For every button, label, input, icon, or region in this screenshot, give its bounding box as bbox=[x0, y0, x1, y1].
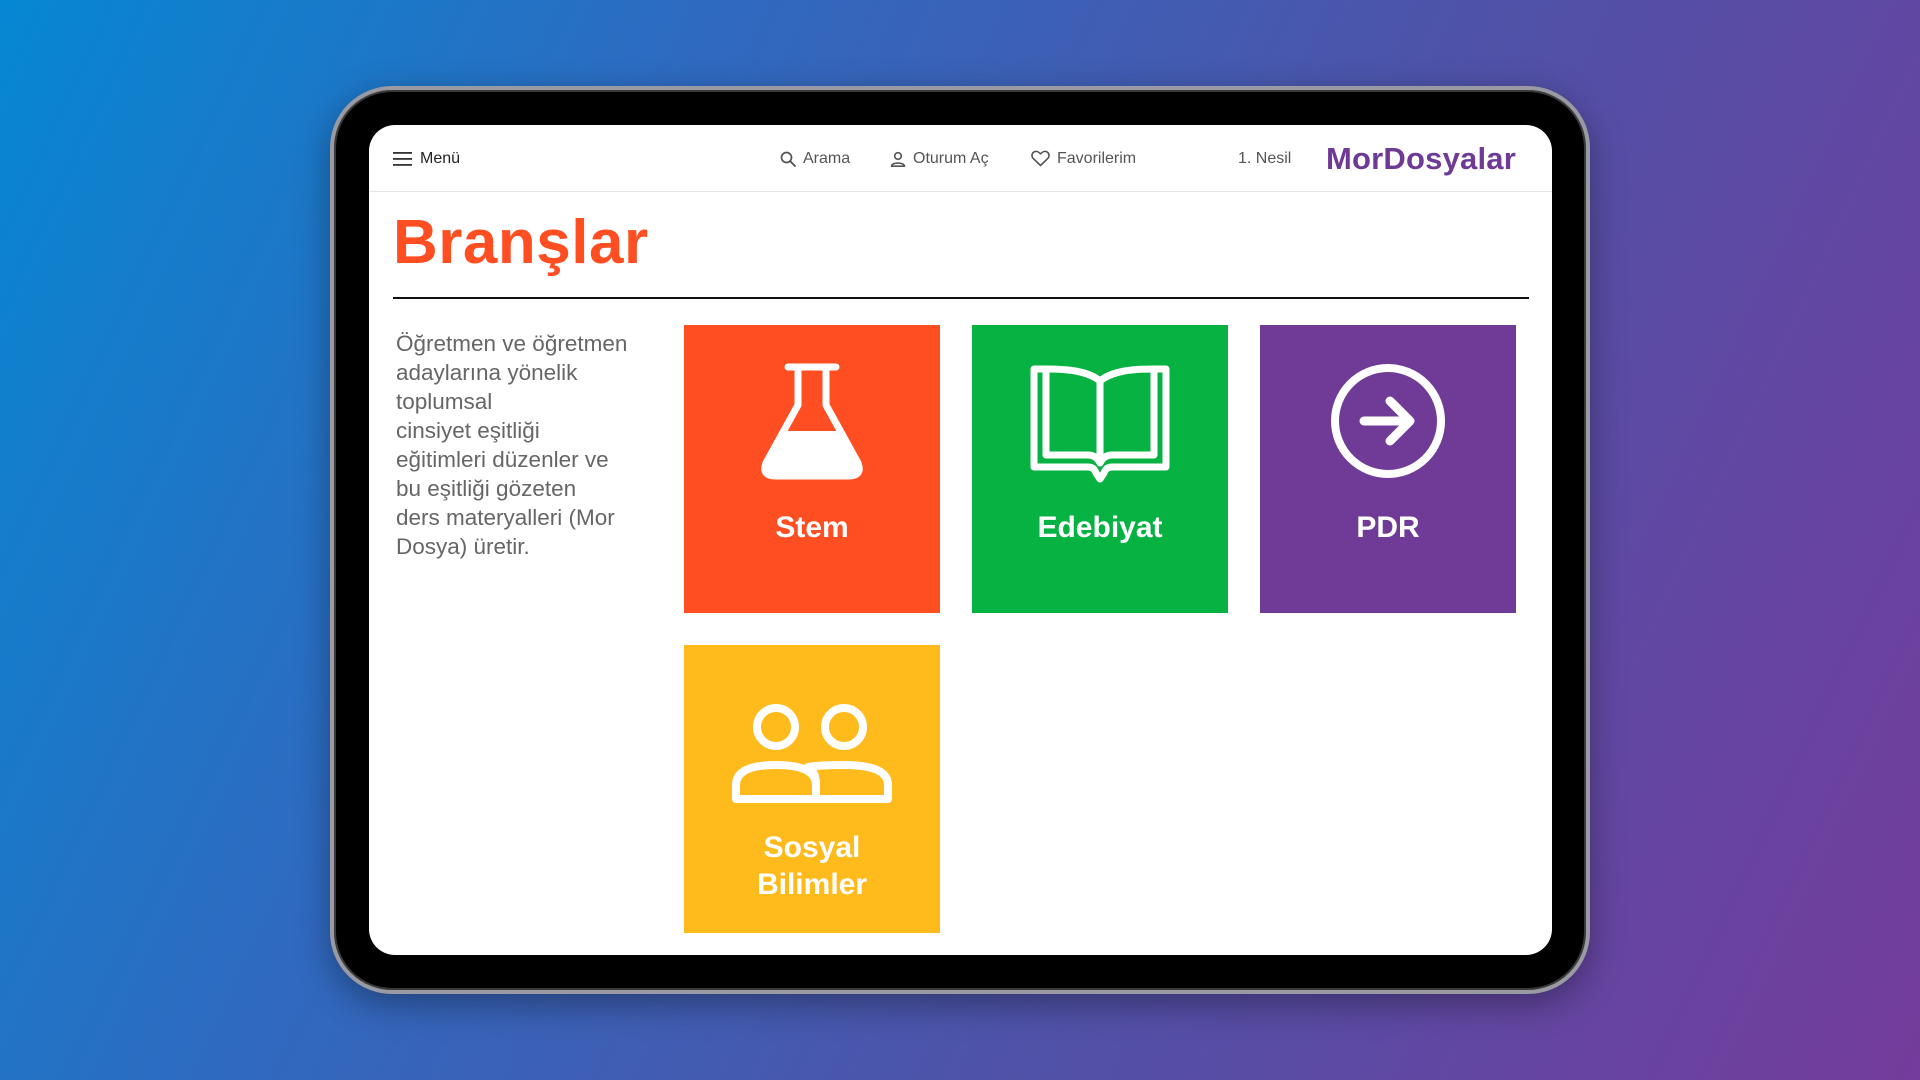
tile-stem[interactable]: Stem bbox=[684, 325, 940, 613]
description-line: cinsiyet eşitliği bbox=[396, 418, 540, 443]
description-line: ders materyalleri (Mor bbox=[396, 505, 615, 530]
favorites-label: Favorilerim bbox=[1057, 149, 1137, 167]
tile-label-line: Bilimler bbox=[756, 868, 868, 901]
search-label: Arama bbox=[803, 149, 851, 167]
description-line: Öğretmen ve öğretmen bbox=[396, 331, 628, 356]
login-button[interactable]: Oturum Aç bbox=[890, 125, 989, 192]
open-book-icon bbox=[972, 359, 1228, 487]
tile-sosyal-bilimler[interactable]: Sosyal Bilimler bbox=[684, 645, 940, 933]
page-title: Branşlar bbox=[393, 208, 649, 277]
tile-stem-label: Stem bbox=[775, 511, 849, 544]
tablet-frame: Menü Arama Oturum Aç Favorilerim 1. Nesi… bbox=[330, 86, 1590, 994]
top-navbar: Menü Arama Oturum Aç Favorilerim 1. Nesi… bbox=[369, 125, 1552, 192]
search-icon bbox=[780, 151, 796, 167]
description-line: eğitimleri düzenler ve bbox=[396, 447, 609, 472]
description-line: bu eşitliği gözeten bbox=[396, 476, 577, 501]
tile-pdr[interactable]: PDR bbox=[1260, 325, 1516, 613]
tile-edebiyat-label: Edebiyat bbox=[1037, 511, 1163, 544]
generation-link[interactable]: 1. Nesil bbox=[1238, 125, 1291, 192]
description-line: adaylarına yönelik bbox=[396, 360, 578, 385]
favorites-button[interactable]: Favorilerim bbox=[1031, 125, 1136, 192]
arrow-circle-right-icon bbox=[1260, 359, 1516, 483]
login-label: Oturum Aç bbox=[913, 149, 989, 167]
tile-edebiyat[interactable]: Edebiyat bbox=[972, 325, 1228, 613]
brand-logo[interactable]: MorDosyalar bbox=[1326, 125, 1516, 192]
tablet-screen: Menü Arama Oturum Aç Favorilerim 1. Nesi… bbox=[369, 125, 1552, 955]
description-line: Dosya) üretir. bbox=[396, 534, 530, 559]
generation-label: 1. Nesil bbox=[1238, 149, 1292, 167]
hamburger-icon bbox=[393, 151, 412, 166]
tile-label-line: Sosyal bbox=[763, 831, 861, 864]
flask-icon bbox=[684, 359, 940, 483]
people-icon bbox=[684, 701, 940, 805]
heart-icon bbox=[1031, 150, 1050, 167]
intro-description: Öğretmen ve öğretmen adaylarına yönelik … bbox=[396, 329, 656, 561]
tile-pdr-label: PDR bbox=[1356, 511, 1420, 544]
tile-sosyal-bilimler-label: Sosyal Bilimler bbox=[684, 829, 940, 903]
title-divider bbox=[393, 297, 1529, 299]
description-line: toplumsal bbox=[396, 389, 493, 414]
menu-button[interactable]: Menü bbox=[393, 125, 460, 192]
user-icon bbox=[890, 151, 906, 167]
menu-label: Menü bbox=[420, 149, 461, 167]
search-button[interactable]: Arama bbox=[780, 125, 850, 192]
